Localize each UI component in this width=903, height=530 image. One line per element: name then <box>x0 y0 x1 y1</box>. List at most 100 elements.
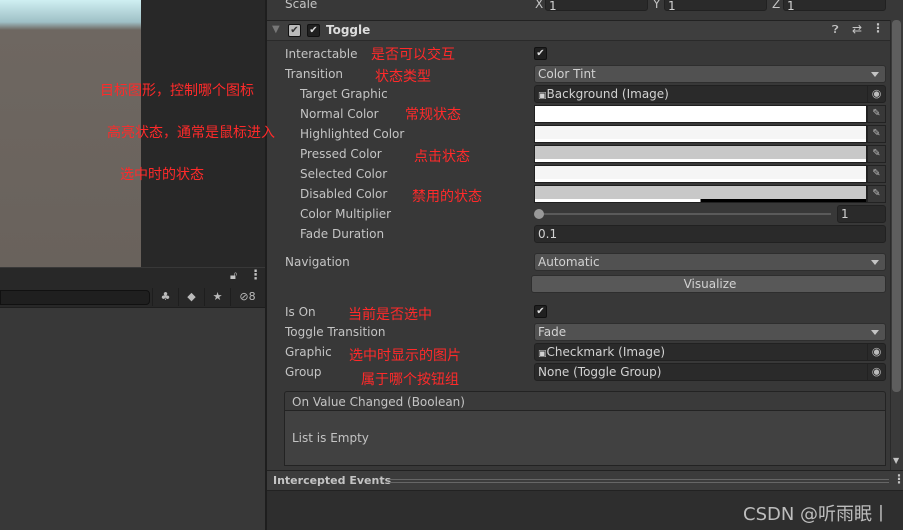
eyedropper-icon[interactable]: ✎ <box>867 165 886 183</box>
is-on-label: Is On <box>285 305 316 319</box>
eyedropper-icon[interactable]: ✎ <box>867 145 886 163</box>
interactable-label: Interactable <box>285 47 358 61</box>
panel-header: 🔓︎ ⋮ <box>0 268 265 286</box>
z-label: Z <box>772 0 781 11</box>
visualize-label: Visualize <box>683 277 737 291</box>
tag-icon[interactable]: ◆ <box>178 288 204 306</box>
panel-body <box>0 308 265 530</box>
annotation-graphic: 选中时显示的图片 <box>349 348 461 364</box>
annotation-is-on: 当前是否选中 <box>348 307 432 323</box>
fade-duration-value: 0.1 <box>538 227 558 241</box>
highlighted-color-swatch[interactable] <box>534 125 867 143</box>
event-empty-text: List is Empty <box>292 431 369 445</box>
y-label: Y <box>653 0 661 11</box>
foldout-arrow-icon[interactable]: ▼ <box>272 24 280 35</box>
annotation-interactable: 是否可以交互 <box>371 47 455 63</box>
graphic-field[interactable]: ▣Checkmark (Image) ◉ <box>534 343 886 361</box>
scale-label: Scale <box>285 0 318 11</box>
selected-color-swatch[interactable] <box>534 165 867 183</box>
scale-y-field[interactable]: 1 <box>664 0 767 13</box>
eyedropper-icon[interactable]: ✎ <box>867 105 886 123</box>
intercepted-events-bar[interactable]: Intercepted Events ⋮ <box>267 470 903 491</box>
search-input[interactable] <box>0 290 150 305</box>
component-header[interactable]: ▼ ✔ ✔ Toggle ❓︎ ⇄ ⋮ <box>267 20 890 41</box>
graphic-value: Checkmark (Image) <box>546 345 666 359</box>
kebab-icon[interactable]: ⋮ <box>872 21 884 35</box>
panel-divider[interactable] <box>265 0 267 530</box>
toggle-transition-dropdown[interactable]: Fade <box>534 323 886 341</box>
annotation-disabled: 禁用的状态 <box>412 189 482 205</box>
is-on-checkbox[interactable]: ✔ <box>534 305 547 318</box>
eyedropper-icon[interactable]: ✎ <box>867 125 886 143</box>
fade-duration-input[interactable]: 0.1 <box>534 225 886 243</box>
scale-z-value: 1 <box>787 0 795 13</box>
object-picker-icon[interactable]: ◉ <box>867 86 885 102</box>
dropdown-arrow-icon <box>871 260 879 265</box>
interactable-checkbox[interactable]: ✔ <box>534 47 547 60</box>
pressed-color-swatch[interactable] <box>534 145 867 163</box>
event-title: On Value Changed (Boolean) <box>292 395 465 409</box>
pressed-color-label: Pressed Color <box>300 147 382 161</box>
navigation-label: Navigation <box>285 255 350 269</box>
event-list: List is Empty <box>284 411 886 466</box>
normal-color-label: Normal Color <box>300 107 379 121</box>
scale-x-field[interactable]: 1 <box>545 0 648 13</box>
annotation-group: 属于哪个按钮组 <box>361 372 459 388</box>
color-multiplier-value: 1 <box>841 207 849 221</box>
navigation-dropdown[interactable]: Automatic <box>534 253 886 271</box>
hidden-count-button[interactable]: ⊘8 <box>230 288 264 306</box>
target-graphic-field[interactable]: ▣Background (Image) ◉ <box>534 85 886 103</box>
annotation-highlighted: 高亮状态，通常是鼠标进入 <box>107 125 275 141</box>
annotation-normal: 常规状态 <box>405 107 461 123</box>
eyedropper-icon[interactable]: ✎ <box>867 185 886 203</box>
scrollbar-thumb[interactable] <box>892 20 901 392</box>
toggle-transition-label: Toggle Transition <box>285 325 386 339</box>
transition-dropdown[interactable]: Color Tint <box>534 65 886 83</box>
component-title: Toggle <box>326 23 371 37</box>
color-multiplier-slider[interactable] <box>538 213 831 215</box>
group-field[interactable]: None (Toggle Group) ◉ <box>534 363 886 381</box>
kebab-icon[interactable]: ⋮ <box>249 268 262 283</box>
lock-icon[interactable]: 🔓︎ <box>230 269 237 283</box>
scroll-down-icon[interactable]: ▼ <box>893 456 899 465</box>
color-multiplier-label: Color Multiplier <box>300 207 392 221</box>
annotation-target-graphic: 目标图形，控制哪个图标 <box>100 83 254 99</box>
navigation-value: Automatic <box>538 255 600 269</box>
star-icon[interactable]: ★ <box>204 288 230 306</box>
normal-color-swatch[interactable] <box>534 105 867 123</box>
image-icon: ▣ <box>538 349 547 359</box>
eye-slash-icon: ⊘ <box>239 290 249 303</box>
color-multiplier-input[interactable]: 1 <box>837 205 886 223</box>
intercepted-events-label: Intercepted Events <box>273 474 392 487</box>
object-picker-icon[interactable]: ◉ <box>867 364 885 380</box>
scale-z-field[interactable]: 1 <box>783 0 886 13</box>
highlighted-color-label: Highlighted Color <box>300 127 405 141</box>
filter-type-icon[interactable]: ♣ <box>152 288 178 306</box>
presets-icon[interactable]: ⇄ <box>852 22 862 36</box>
annotation-pressed: 点击状态 <box>414 149 470 165</box>
disabled-color-swatch[interactable] <box>534 185 867 203</box>
kebab-icon[interactable]: ⋮ <box>893 472 903 486</box>
group-value: None (Toggle Group) <box>538 365 662 379</box>
dropdown-arrow-icon <box>871 72 879 77</box>
event-header: On Value Changed (Boolean) <box>284 391 886 411</box>
image-icon: ▣ <box>538 91 547 101</box>
toggle-transition-value: Fade <box>538 325 567 339</box>
annotation-transition: 状态类型 <box>375 69 431 85</box>
target-graphic-value: Background (Image) <box>546 87 669 101</box>
watermark: CSDN @听雨眠丨 <box>743 504 891 525</box>
slider-handle[interactable] <box>534 209 544 219</box>
transition-value: Color Tint <box>538 67 596 81</box>
visualize-button[interactable]: Visualize <box>531 275 886 293</box>
scale-y-value: 1 <box>668 0 676 13</box>
x-label: X <box>535 0 544 11</box>
drag-handle[interactable] <box>389 479 889 483</box>
transition-label: Transition <box>285 67 344 81</box>
target-graphic-label: Target Graphic <box>300 87 388 101</box>
disabled-color-label: Disabled Color <box>300 187 388 201</box>
component-icon: ✔ <box>288 24 301 37</box>
enabled-checkbox[interactable]: ✔ <box>307 24 320 37</box>
help-icon[interactable]: ❓︎ <box>832 23 839 37</box>
scale-x-value: 1 <box>549 0 557 13</box>
object-picker-icon[interactable]: ◉ <box>867 344 885 360</box>
